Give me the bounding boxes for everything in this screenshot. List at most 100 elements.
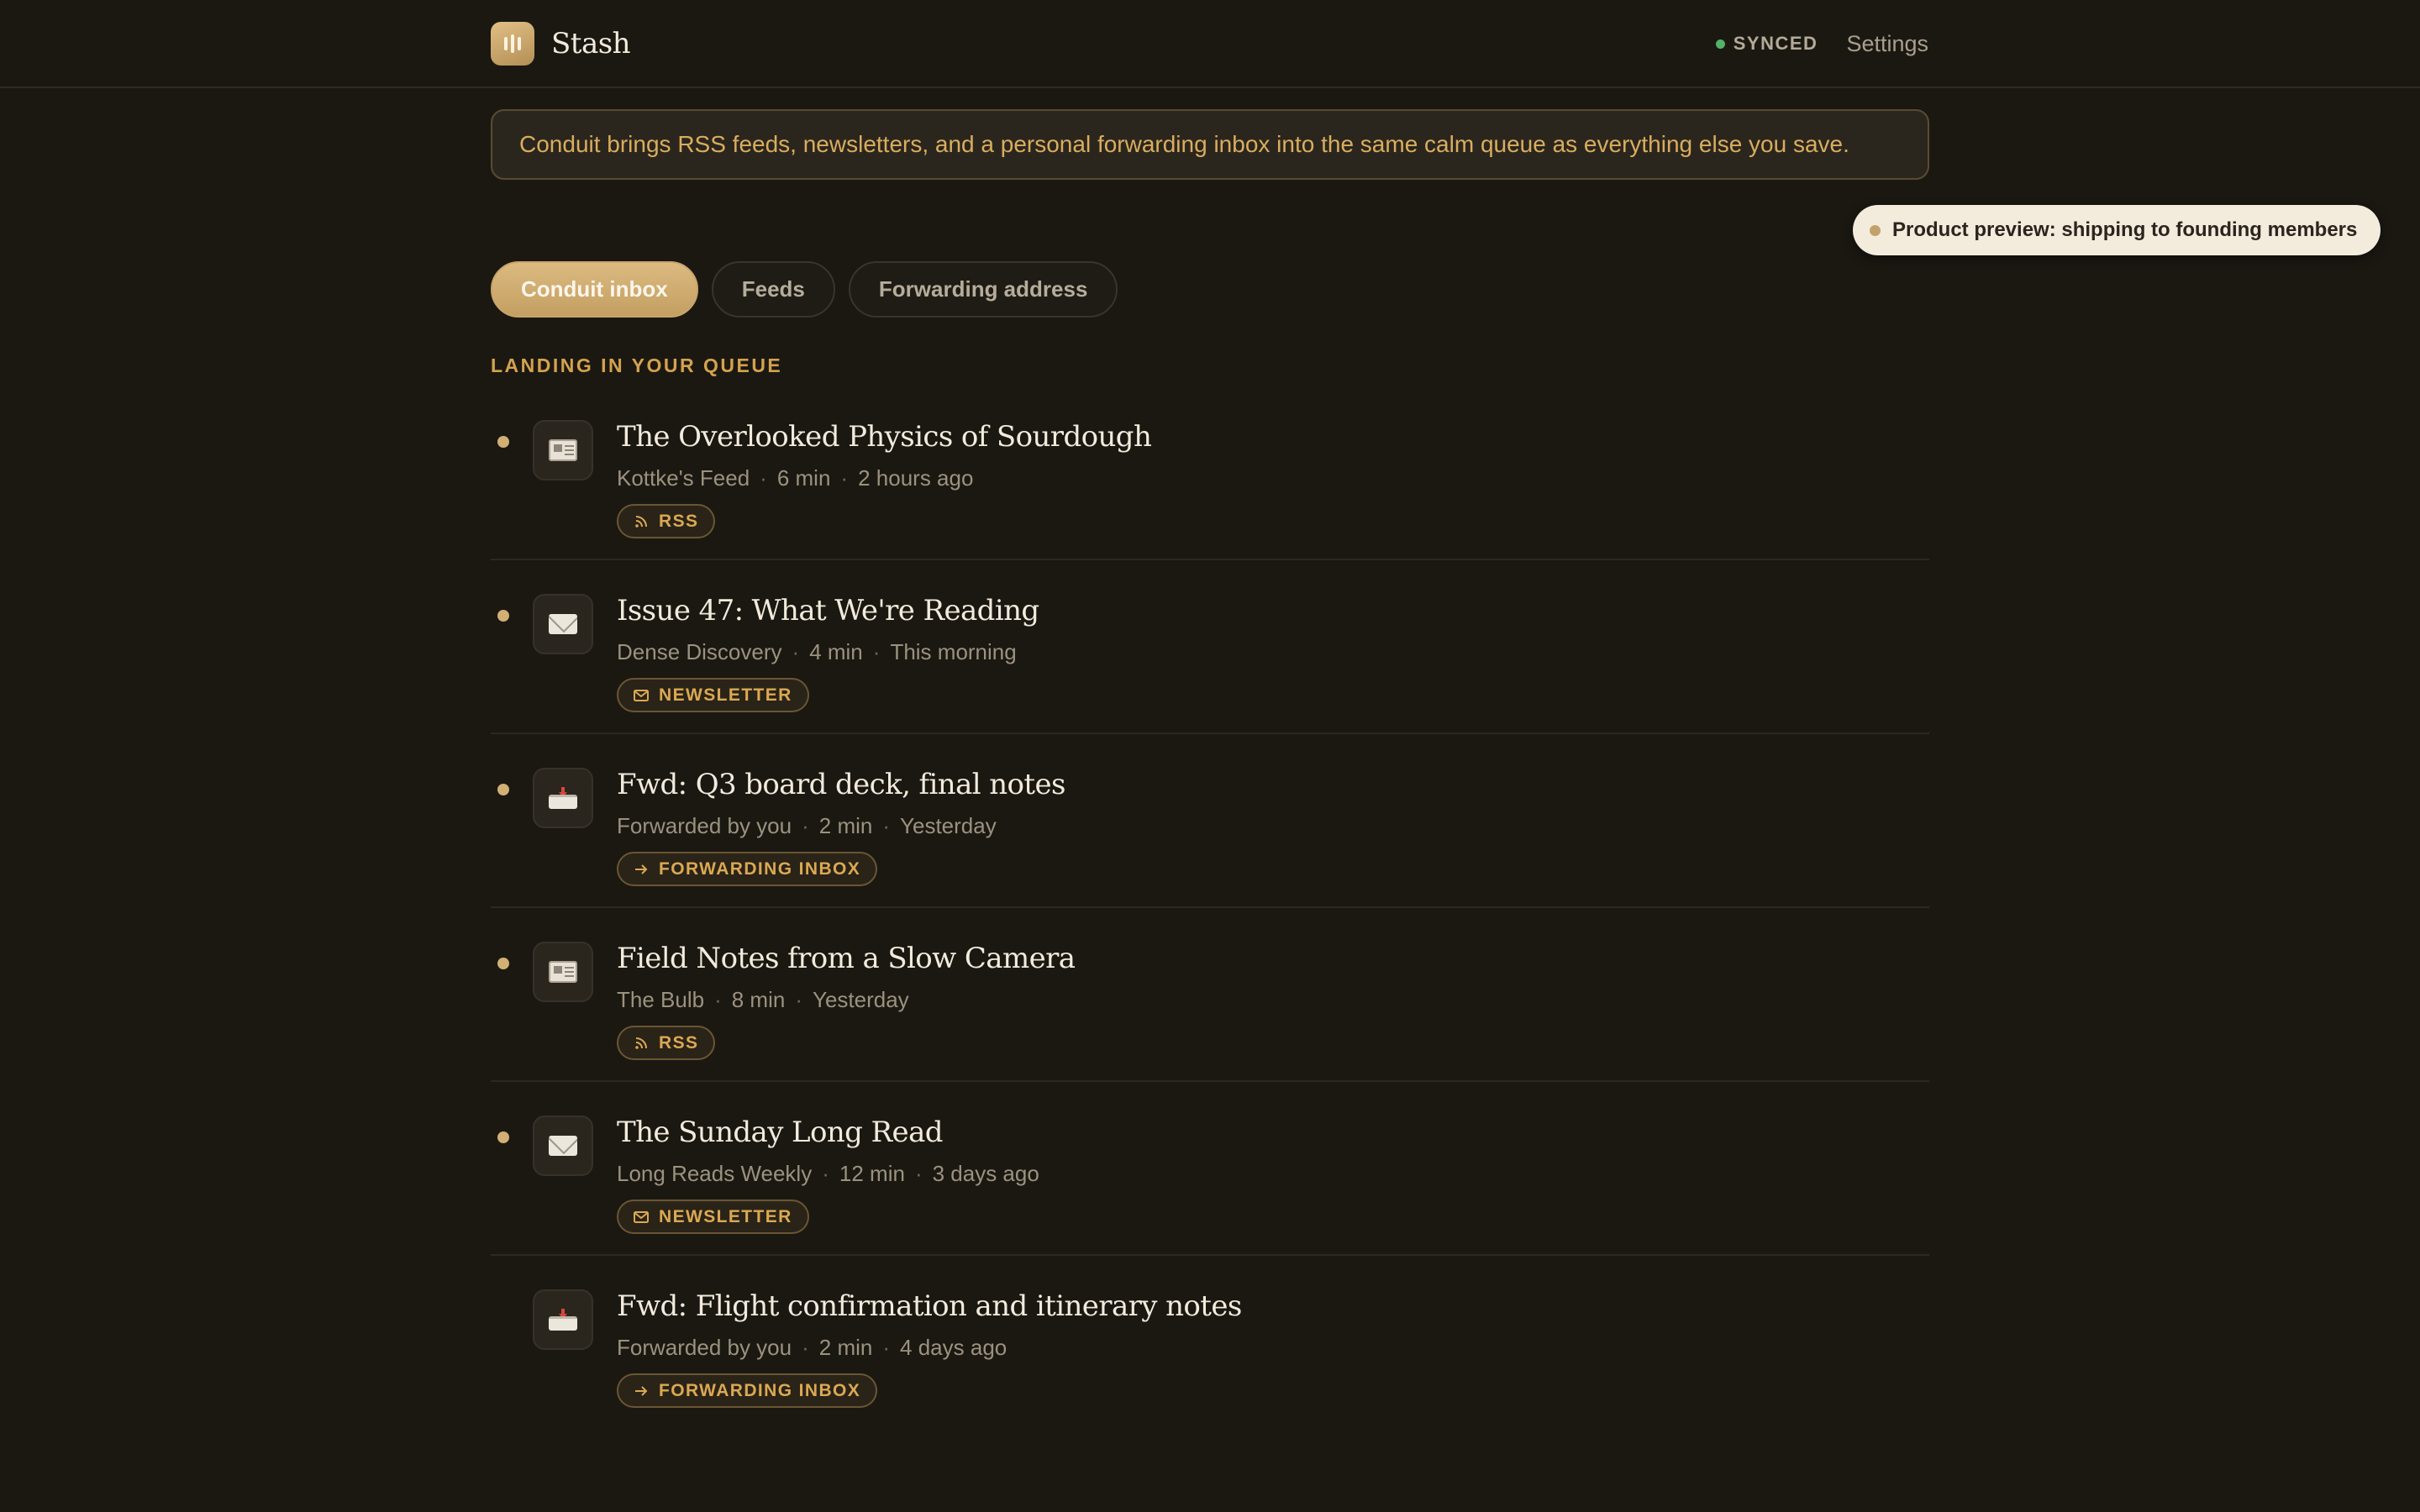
preview-text: Product preview: shipping to founding me… (1892, 218, 2358, 241)
unread-dot-icon (497, 610, 509, 622)
envelope-icon (549, 1136, 577, 1156)
separator: · (795, 987, 802, 1012)
mail-icon (634, 1210, 649, 1225)
unread-dot-icon (497, 784, 509, 795)
preview-dot-icon (1870, 224, 1881, 236)
separator: · (822, 1161, 829, 1186)
badge-label: NEWSLETTER (659, 685, 792, 705)
item-source: Dense Discovery (617, 639, 782, 664)
item-read-time: 2 min (818, 813, 873, 838)
tab-bar: Conduit inbox Feeds Forwarding address (491, 261, 1118, 318)
arrow-right-icon (634, 862, 649, 877)
newspaper-icon (549, 961, 577, 983)
item-source: Forwarded by you (617, 813, 792, 838)
tab-conduit-inbox[interactable]: Conduit inbox (491, 261, 698, 318)
item-meta: Forwarded by you · 2 min · Yesterday (617, 813, 997, 839)
item-read-time: 2 min (818, 1335, 873, 1360)
item-meta: Dense Discovery · 4 min · This morning (617, 639, 1017, 665)
source-type-badge: NEWSLETTER (617, 1200, 809, 1234)
brand[interactable]: Stash (491, 22, 631, 66)
source-type-badge: NEWSLETTER (617, 678, 809, 712)
queue-item[interactable]: The Sunday Long Read Long Reads Weekly · 1… (491, 1082, 1929, 1256)
source-thumbnail (533, 594, 593, 654)
item-read-time: 4 min (809, 639, 863, 664)
separator: · (802, 813, 809, 838)
source-type-badge: FORWARDING INBOX (617, 852, 878, 886)
item-source: Kottke's Feed (617, 465, 750, 491)
header-actions: SYNCED Settings (1715, 25, 1928, 62)
source-type-badge: RSS (617, 504, 716, 538)
item-title[interactable]: The Sunday Long Read (617, 1116, 944, 1149)
queue-item[interactable]: The Overlooked Physics of Sourdough Kott… (491, 386, 1929, 560)
item-meta: The Bulb · 8 min · Yesterday (617, 987, 909, 1013)
separator: · (882, 813, 891, 838)
queue-item[interactable]: Fwd: Q3 board deck, final notes Forwarde… (491, 734, 1929, 908)
source-type-badge: RSS (617, 1026, 716, 1060)
stash-logo-icon (491, 22, 534, 66)
item-title[interactable]: Field Notes from a Slow Camera (617, 942, 1076, 975)
app-name: Stash (551, 27, 631, 60)
item-meta: Long Reads Weekly · 12 min · 3 days ago (617, 1161, 1039, 1187)
queue-list: The Overlooked Physics of Sourdough Kott… (491, 386, 1929, 1430)
separator: · (914, 1161, 923, 1186)
queue-item[interactable]: Field Notes from a Slow Camera The Bulb ·… (491, 908, 1929, 1082)
separator: · (840, 465, 849, 491)
item-timestamp: Yesterday (813, 987, 909, 1012)
item-source: Forwarded by you (617, 1335, 792, 1360)
item-timestamp: 3 days ago (932, 1161, 1039, 1186)
item-read-time: 6 min (776, 465, 831, 491)
source-thumbnail (533, 420, 593, 480)
sync-status-dot-icon (1715, 39, 1725, 49)
top-bar: Stash SYNCED Settings (0, 0, 2420, 88)
mail-icon (634, 688, 649, 703)
item-title[interactable]: Fwd: Q3 board deck, final notes (617, 768, 1065, 801)
separator: · (760, 465, 767, 491)
separator: · (882, 1335, 891, 1360)
badge-label: FORWARDING INBOX (659, 1380, 861, 1400)
section-heading: LANDING IN YOUR QUEUE (491, 354, 783, 376)
settings-link[interactable]: Settings (1846, 31, 1928, 57)
product-preview-badge: Product preview: shipping to founding me… (1853, 205, 2381, 255)
badge-label: NEWSLETTER (659, 1206, 792, 1226)
item-title[interactable]: Issue 47: What We're Reading (617, 594, 1039, 627)
unread-dot-icon (497, 1131, 509, 1143)
source-thumbnail (533, 768, 593, 828)
rss-icon (634, 1036, 649, 1051)
source-thumbnail (533, 1116, 593, 1176)
inbox-tray-icon (549, 787, 577, 809)
badge-label: FORWARDING INBOX (659, 858, 861, 879)
item-timestamp: Yesterday (900, 813, 997, 838)
item-timestamp: 2 hours ago (858, 465, 974, 491)
unread-dot-icon (497, 958, 509, 969)
newspaper-icon (549, 439, 577, 461)
badge-label: RSS (659, 511, 699, 531)
arrow-right-icon (634, 1383, 649, 1399)
badge-label: RSS (659, 1032, 699, 1053)
item-title[interactable]: The Overlooked Physics of Sourdough (617, 420, 1152, 454)
item-source: The Bulb (617, 987, 705, 1012)
item-read-time: 8 min (731, 987, 786, 1012)
item-meta: Kottke's Feed · 6 min · 2 hours ago (617, 465, 973, 491)
item-meta: Forwarded by you · 2 min · 4 days ago (617, 1335, 1007, 1361)
item-timestamp: This morning (890, 639, 1017, 664)
separator: · (792, 639, 800, 664)
queue-item[interactable]: Issue 47: What We're Reading Dense Disco… (491, 560, 1929, 734)
separator: · (802, 1335, 809, 1360)
sync-status: SYNCED (1733, 33, 1818, 54)
info-banner: Conduit brings RSS feeds, newsletters, a… (491, 109, 1929, 180)
queue-item[interactable]: Fwd: Flight confirmation and itinerary n… (491, 1256, 1929, 1430)
inbox-tray-icon (549, 1309, 577, 1331)
source-thumbnail (533, 1289, 593, 1350)
item-title[interactable]: Fwd: Flight confirmation and itinerary n… (617, 1289, 1242, 1323)
source-thumbnail (533, 942, 593, 1002)
envelope-icon (549, 614, 577, 634)
source-type-badge: FORWARDING INBOX (617, 1373, 878, 1408)
rss-icon (634, 514, 649, 529)
tab-forwarding-address[interactable]: Forwarding address (848, 261, 1118, 318)
tab-feeds[interactable]: Feeds (711, 261, 835, 318)
unread-dot-icon (497, 436, 509, 448)
item-read-time: 12 min (839, 1161, 905, 1186)
item-source: Long Reads Weekly (617, 1161, 813, 1186)
separator: · (714, 987, 722, 1012)
item-timestamp: 4 days ago (900, 1335, 1007, 1360)
